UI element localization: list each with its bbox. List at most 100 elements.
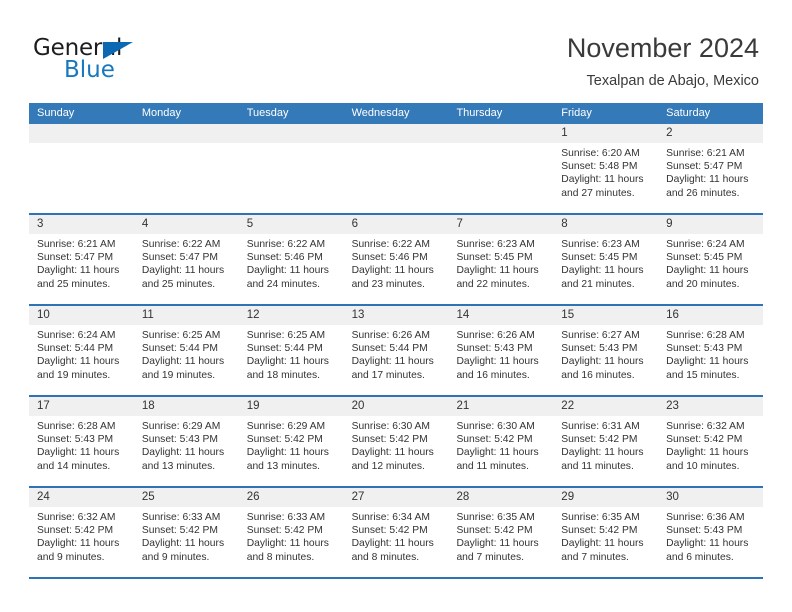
daylight-line2-text: and 11 minutes.	[561, 460, 634, 472]
calendar-day-cell[interactable]: 16 Sunrise: 6:28 AM Sunset: 5:43 PM Dayligh…	[658, 306, 764, 395]
calendar-day-cell[interactable]: 22 Sunrise: 6:31 AM Sunset: 5:42 PM Dayligh…	[553, 397, 659, 486]
calendar-week-row: 3 Sunrise: 6:21 AM Sunset: 5:47 PM Daylight…	[29, 215, 764, 306]
sunset-text: Sunset: 5:48 PM	[561, 161, 638, 173]
calendar-day-cell[interactable]: 26 Sunrise: 6:33 AM Sunset: 5:42 PM Dayligh…	[238, 488, 344, 577]
daylight-line2-text: and 23 minutes.	[351, 278, 425, 290]
calendar-day-cell[interactable]: 23 Sunrise: 6:32 AM Sunset: 5:42 PM Dayligh…	[658, 397, 764, 486]
sunset-text: Sunset: 5:46 PM	[351, 252, 428, 264]
sunset-text: Sunset: 5:45 PM	[456, 252, 533, 264]
calendar-week-row: 1 Sunrise: 6:20 AM Sunset: 5:48 PM Daylight…	[29, 124, 764, 215]
day-details: Sunrise: 6:31 AM Sunset: 5:42 PM Daylight:…	[553, 416, 658, 473]
brand-logo[interactable]: General Blue	[33, 37, 213, 85]
daylight-line2-text: and 9 minutes.	[141, 551, 210, 563]
calendar-day-cell[interactable]: 13 Sunrise: 6:26 AM Sunset: 5:44 PM Dayligh…	[343, 306, 449, 395]
day-details: Sunrise: 6:29 AM Sunset: 5:43 PM Daylight:…	[134, 416, 239, 473]
sunrise-text: Sunrise: 6:25 AM	[246, 330, 326, 341]
day-number: 14	[448, 306, 554, 325]
daylight-line2-text: and 17 minutes.	[351, 369, 425, 381]
daylight-line2-text: and 26 minutes.	[666, 187, 740, 199]
day-number	[238, 124, 344, 143]
day-details: Sunrise: 6:33 AM Sunset: 5:42 PM Daylight:…	[134, 507, 239, 564]
sunset-text: Sunset: 5:46 PM	[246, 252, 323, 264]
daylight-line2-text: and 16 minutes.	[456, 369, 530, 381]
day-details: Sunrise: 6:29 AM Sunset: 5:42 PM Daylight:…	[239, 416, 344, 473]
sunrise-text: Sunrise: 6:28 AM	[37, 421, 116, 432]
sunset-text: Sunset: 5:43 PM	[456, 343, 533, 355]
daylight-line1-text: Daylight: 11 hours	[37, 447, 120, 459]
calendar-day-cell[interactable]: 2 Sunrise: 6:21 AM Sunset: 5:47 PM Daylight…	[658, 124, 764, 213]
weekday-header-thursday: Thursday	[456, 107, 503, 119]
calendar-day-cell[interactable]: 17 Sunrise: 6:28 AM Sunset: 5:43 PM Dayligh…	[29, 397, 134, 486]
day-details: Sunrise: 6:23 AM Sunset: 5:45 PM Daylight:…	[553, 234, 658, 291]
daylight-line2-text: and 20 minutes.	[666, 278, 740, 290]
sunset-text: Sunset: 5:45 PM	[666, 252, 743, 264]
calendar-day-cell[interactable]: 20 Sunrise: 6:30 AM Sunset: 5:42 PM Dayligh…	[343, 397, 449, 486]
day-number: 5	[238, 215, 344, 234]
calendar-day-cell[interactable]: 19 Sunrise: 6:29 AM Sunset: 5:42 PM Dayligh…	[238, 397, 344, 486]
sunrise-text: Sunrise: 6:36 AM	[666, 512, 745, 523]
sunrise-text: Sunrise: 6:24 AM	[666, 239, 745, 250]
sunrise-text: Sunrise: 6:35 AM	[456, 512, 535, 523]
calendar-day-cell[interactable]: 8 Sunrise: 6:23 AM Sunset: 5:45 PM Daylight…	[553, 215, 659, 304]
daylight-line1-text: Daylight: 11 hours	[141, 447, 225, 459]
day-details: Sunrise: 6:35 AM Sunset: 5:42 PM Daylight:…	[553, 507, 658, 564]
calendar-day-cell[interactable]: 24 Sunrise: 6:32 AM Sunset: 5:42 PM Dayligh…	[29, 488, 134, 577]
daylight-line1-text: Daylight: 11 hours	[246, 538, 329, 550]
daylight-line1-text: Daylight: 11 hours	[666, 447, 749, 459]
calendar-day-cell[interactable]: 12 Sunrise: 6:25 AM Sunset: 5:44 PM Dayligh…	[238, 306, 344, 395]
calendar-day-cell[interactable]: 11 Sunrise: 6:25 AM Sunset: 5:44 PM Dayligh…	[133, 306, 239, 395]
calendar-day-cell-empty	[29, 124, 134, 213]
calendar-day-cell[interactable]: 29 Sunrise: 6:35 AM Sunset: 5:42 PM Dayligh…	[553, 488, 659, 577]
daylight-line1-text: Daylight: 11 hours	[666, 538, 749, 550]
calendar-day-cell[interactable]: 9 Sunrise: 6:24 AM Sunset: 5:45 PM Daylight…	[658, 215, 764, 304]
sunrise-text: Sunrise: 6:24 AM	[37, 330, 116, 341]
daylight-line2-text: and 7 minutes.	[561, 551, 629, 563]
calendar-day-cell[interactable]: 4 Sunrise: 6:22 AM Sunset: 5:47 PM Daylight…	[133, 215, 239, 304]
daylight-line2-text: and 13 minutes.	[141, 460, 216, 472]
calendar-day-cell[interactable]: 5 Sunrise: 6:22 AM Sunset: 5:46 PM Daylight…	[238, 215, 344, 304]
daylight-line1-text: Daylight: 11 hours	[456, 265, 539, 277]
day-number: 19	[238, 397, 344, 416]
daylight-line1-text: Daylight: 11 hours	[561, 174, 644, 186]
daylight-line2-text: and 9 minutes.	[37, 551, 105, 563]
daylight-line2-text: and 22 minutes.	[456, 278, 530, 290]
sunset-text: Sunset: 5:44 PM	[246, 343, 323, 355]
day-details: Sunrise: 6:21 AM Sunset: 5:47 PM Daylight:…	[658, 143, 763, 200]
calendar-day-cell[interactable]: 27 Sunrise: 6:34 AM Sunset: 5:42 PM Dayligh…	[343, 488, 449, 577]
day-details: Sunrise: 6:22 AM Sunset: 5:47 PM Daylight:…	[134, 234, 239, 291]
calendar-day-cell[interactable]: 10 Sunrise: 6:24 AM Sunset: 5:44 PM Dayligh…	[29, 306, 134, 395]
location-subtitle: Texalpan de Abajo, Mexico	[586, 73, 760, 89]
daylight-line1-text: Daylight: 11 hours	[666, 174, 749, 186]
day-number: 21	[448, 397, 554, 416]
sunset-text: Sunset: 5:42 PM	[561, 434, 638, 446]
calendar-grid: Sunday Monday Tuesday Wednesday Thursday Frid…	[29, 103, 764, 579]
sunrise-text: Sunrise: 6:23 AM	[456, 239, 535, 250]
calendar-day-cell[interactable]: 15 Sunrise: 6:27 AM Sunset: 5:43 PM Dayligh…	[553, 306, 659, 395]
calendar-day-cell[interactable]: 7 Sunrise: 6:23 AM Sunset: 5:45 PM Daylight…	[448, 215, 554, 304]
calendar-day-cell[interactable]: 1 Sunrise: 6:20 AM Sunset: 5:48 PM Daylight…	[553, 124, 659, 213]
calendar-day-cell[interactable]: 18 Sunrise: 6:29 AM Sunset: 5:43 PM Dayligh…	[133, 397, 239, 486]
calendar-day-cell[interactable]: 21 Sunrise: 6:30 AM Sunset: 5:42 PM Dayligh…	[448, 397, 554, 486]
day-details: Sunrise: 6:30 AM Sunset: 5:42 PM Daylight:…	[344, 416, 449, 473]
sunset-text: Sunset: 5:42 PM	[351, 525, 428, 537]
weekday-header-sunday: Sunday	[37, 107, 75, 119]
sunrise-text: Sunrise: 6:21 AM	[37, 239, 116, 250]
page-header: General Blue November 2024 Texalpan de A…	[0, 0, 792, 103]
day-number: 18	[133, 397, 239, 416]
calendar-day-cell[interactable]: 14 Sunrise: 6:26 AM Sunset: 5:43 PM Dayligh…	[448, 306, 554, 395]
weekday-header-friday: Friday	[561, 107, 592, 119]
calendar-day-cell[interactable]: 30 Sunrise: 6:36 AM Sunset: 5:43 PM Dayligh…	[658, 488, 764, 577]
day-details: Sunrise: 6:24 AM Sunset: 5:45 PM Daylight:…	[658, 234, 763, 291]
calendar-day-cell-empty	[238, 124, 344, 213]
day-details: Sunrise: 6:34 AM Sunset: 5:42 PM Daylight:…	[344, 507, 449, 564]
sunrise-text: Sunrise: 6:30 AM	[351, 421, 430, 432]
calendar-day-cell[interactable]: 6 Sunrise: 6:22 AM Sunset: 5:46 PM Daylight…	[343, 215, 449, 304]
calendar-day-cell[interactable]: 28 Sunrise: 6:35 AM Sunset: 5:42 PM Dayligh…	[448, 488, 554, 577]
sunset-text: Sunset: 5:44 PM	[141, 343, 218, 355]
sunrise-text: Sunrise: 6:21 AM	[666, 148, 745, 159]
day-details: Sunrise: 6:22 AM Sunset: 5:46 PM Daylight:…	[239, 234, 344, 291]
calendar-day-cell[interactable]: 3 Sunrise: 6:21 AM Sunset: 5:47 PM Daylight…	[29, 215, 134, 304]
day-number: 6	[343, 215, 449, 234]
sunrise-text: Sunrise: 6:30 AM	[456, 421, 535, 432]
calendar-day-cell[interactable]: 25 Sunrise: 6:33 AM Sunset: 5:42 PM Dayligh…	[133, 488, 239, 577]
